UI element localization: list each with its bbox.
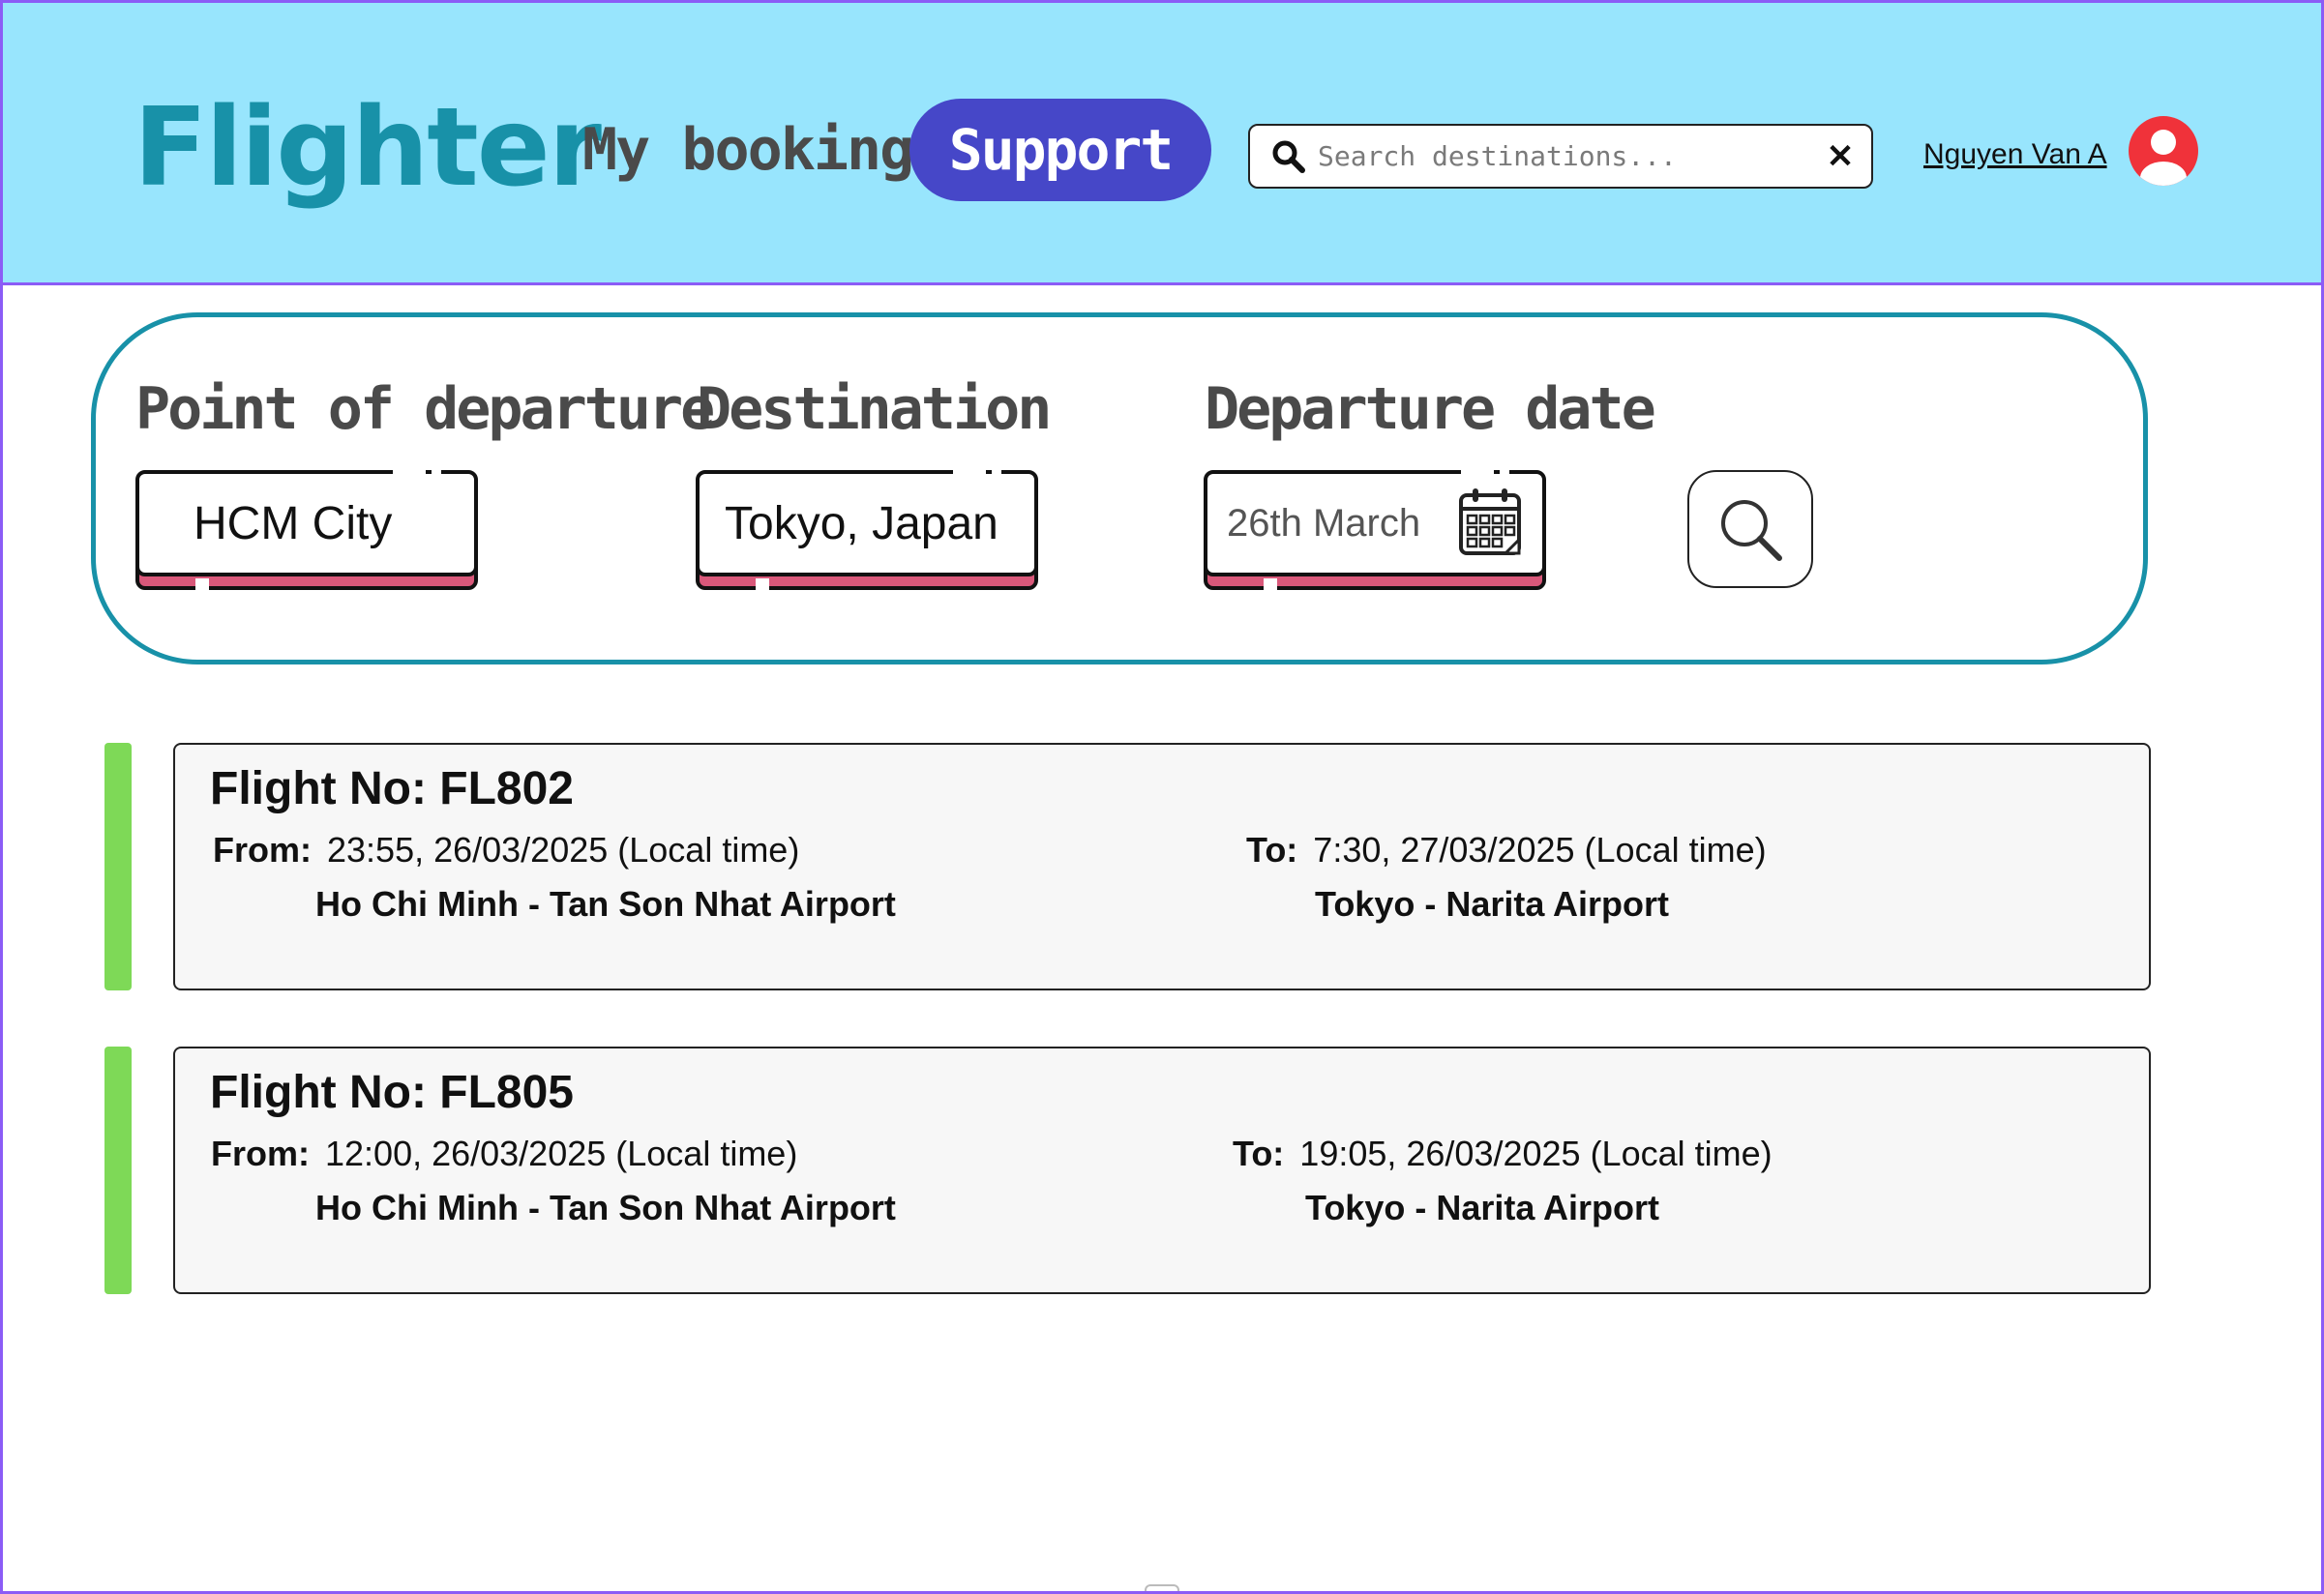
flight-card[interactable]: Flight No: FL802 From: 23:55, 26/03/2025 … [173,743,2151,990]
flight-departure-time: From: 23:55, 26/03/2025 (Local time) [213,830,799,871]
field-notch [432,466,441,474]
departure-time: 23:55, 26/03/2025 (Local time) [327,830,800,870]
departure-input[interactable] [139,496,474,550]
departure-date-label: Departure date [1205,375,1656,443]
flight-status-bar [104,1047,132,1294]
destination-search-bar[interactable]: ✕ [1248,124,1873,189]
field-inner [696,470,1038,576]
avatar[interactable] [2129,116,2198,186]
arrival-airport: Tokyo - Narita Airport [1305,1188,1660,1227]
field-notch [1264,578,1277,590]
flight-number: Flight No: FL802 [210,763,574,814]
from-label: From: [213,830,312,870]
user-icon [2140,130,2187,186]
flight-departure-time: From: 12:00, 26/03/2025 (Local time) [211,1134,797,1174]
departure-airport: Ho Chi Minh - Tan Son Nhat Airport [315,884,896,924]
search-flights-button[interactable] [1687,470,1813,588]
search-icon [1260,128,1318,186]
to-label: To: [1246,830,1298,870]
flight-card[interactable]: Flight No: FL805 From: 12:00, 26/03/2025 … [173,1047,2151,1294]
arrival-time: 7:30, 27/03/2025 (Local time) [1313,830,1767,870]
resize-handle[interactable] [1145,1584,1179,1594]
field-notch [953,466,986,474]
field-notch [992,466,1001,474]
field-notch [1461,466,1494,474]
flight-number: Flight No: FL805 [210,1067,574,1118]
departure-time: 12:00, 26/03/2025 (Local time) [325,1134,798,1173]
to-label: To: [1233,1134,1285,1173]
search-input[interactable] [1318,132,1817,181]
flight-arrival-time: To: 7:30, 27/03/2025 (Local time) [1246,830,1767,871]
departure-airport: Ho Chi Minh - Tan Son Nhat Airport [315,1188,896,1227]
from-label: From: [211,1134,310,1173]
arrival-time: 19:05, 26/03/2025 (Local time) [1299,1134,1773,1173]
calendar-icon[interactable] [1457,486,1525,559]
app-logo[interactable]: Flighter [134,85,602,211]
destination-input[interactable] [700,496,1034,550]
top-header: Flighter My booking Support ✕ Nguyen Van… [0,0,2324,285]
nav-support-button[interactable]: Support [909,99,1211,201]
flight-arrival-time: To: 19:05, 26/03/2025 (Local time) [1233,1134,1773,1174]
departure-field[interactable] [135,466,478,590]
field-inner [135,470,478,576]
user-name-link[interactable]: Nguyen Van A [1923,138,2107,171]
flight-status-bar [104,743,132,990]
field-notch [756,578,769,590]
field-notch [393,466,426,474]
departure-date-field[interactable] [1204,466,1546,590]
clear-search-icon[interactable]: ✕ [1817,133,1863,180]
destination-field[interactable] [696,466,1038,590]
arrival-airport: Tokyo - Narita Airport [1315,884,1670,924]
departure-label: Point of departure [135,375,715,443]
field-notch [195,578,209,590]
search-icon [1721,500,1782,561]
destination-label: Destination [697,375,1052,443]
field-notch [1500,466,1509,474]
nav-my-booking[interactable]: My booking [582,116,914,184]
